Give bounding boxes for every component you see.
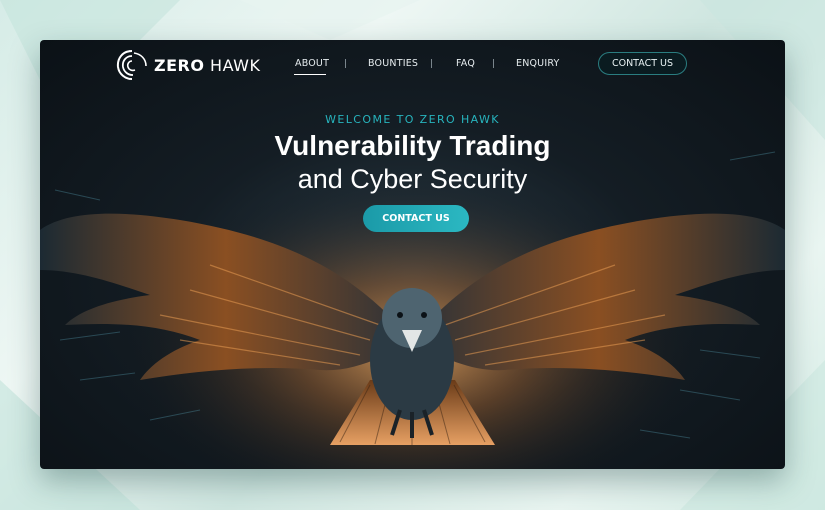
nav-link-enquiry[interactable]: ENQUIRY <box>516 58 560 69</box>
hawk-hero-image <box>40 40 785 469</box>
hero-welcome-text: WELCOME TO ZERO HAWK <box>325 113 500 126</box>
nav-separator: | <box>344 59 348 69</box>
website-preview: ZERO HAWK ABOUT | BOUNTIES | FAQ | ENQUI… <box>40 40 785 469</box>
hawk-swirl-logo-icon <box>116 50 147 80</box>
brand-name-bold: ZERO <box>154 55 205 75</box>
nav-link-about[interactable]: ABOUT <box>295 58 329 69</box>
brand-name-light: HAWK <box>210 55 261 75</box>
nav-link-bounties[interactable]: BOUNTIES <box>368 58 418 69</box>
nav-link-faq[interactable]: FAQ <box>456 58 475 69</box>
nav-separator: | <box>430 59 434 69</box>
brand-name: ZERO HAWK <box>154 56 260 75</box>
hero-title-line-2: and Cyber Security <box>297 164 528 194</box>
hero-title-line-1: Vulnerability Trading <box>274 130 551 161</box>
brand-logo[interactable]: ZERO HAWK <box>114 48 260 82</box>
top-navigation: ZERO HAWK ABOUT | BOUNTIES | FAQ | ENQUI… <box>40 40 785 92</box>
hero-contact-button[interactable]: CONTACT US <box>363 205 469 232</box>
nav-contact-button[interactable]: CONTACT US <box>598 52 687 75</box>
active-nav-indicator <box>294 74 326 75</box>
nav-separator: | <box>492 59 496 69</box>
